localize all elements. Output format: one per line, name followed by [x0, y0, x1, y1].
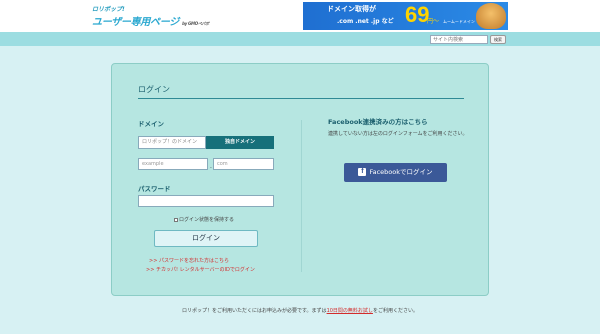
ad-subtext: ムームードメイン: [443, 19, 475, 24]
dog-mascot-icon: [476, 3, 506, 29]
login-button[interactable]: ログイン: [154, 230, 258, 247]
domain-separator: .: [210, 163, 212, 170]
facebook-icon: f: [358, 168, 367, 176]
logo-title: ユーザー専用ページ: [92, 17, 179, 28]
remember-login[interactable]: ログイン状態を保持する: [174, 216, 234, 223]
ad-line1: ドメイン取得が: [327, 5, 376, 13]
column-divider: [301, 120, 302, 272]
footer-note: ロリポップ！をご利用いただくにはお申込みが必要です。まずは10日間の無料お試しを…: [0, 307, 600, 314]
tld-input[interactable]: com: [213, 158, 274, 170]
nav-bar: [0, 32, 600, 46]
logo-by-text: by GMOペパボ: [182, 21, 209, 26]
login-title: ログイン: [138, 85, 170, 94]
title-divider: [138, 98, 464, 99]
ad-banner[interactable]: ドメイン取得が .com .net .jp など 69 円〜 ムームードメイン: [303, 2, 508, 30]
footer-text-before: ロリポップ！をご利用いただくにはお申込みが必要です。まずは: [182, 308, 327, 314]
login-panel: ログイン ドメイン ロリポップ！のドメイン 独自ドメイン example . c…: [111, 63, 489, 296]
search-button[interactable]: 検索: [490, 35, 506, 44]
footer-text-after: をご利用ください。: [372, 308, 418, 314]
remember-checkbox[interactable]: [174, 217, 178, 222]
password-label: パスワード: [138, 185, 171, 193]
domain-label: ドメイン: [138, 120, 164, 128]
ad-line2: .com .net .jp など: [337, 18, 394, 25]
free-trial-link[interactable]: 10日間の無料お試し: [327, 308, 373, 314]
facebook-login-button[interactable]: f Facebookでログイン: [344, 163, 447, 182]
forgot-password-link[interactable]: >> パスワードを忘れた方はこちら: [149, 257, 229, 264]
password-input[interactable]: [138, 195, 274, 207]
chikappa-login-link[interactable]: >> チカッパ! レンタルサーバーのIDでログイン: [146, 266, 255, 273]
facebook-title: Facebook連携済みの方はこちら: [328, 118, 428, 126]
site-header: ロリポップ! ユーザー専用ページ by GMOペパボ ドメイン取得が .com …: [0, 0, 600, 32]
subdomain-input[interactable]: example: [138, 158, 208, 170]
domain-type-tabs: ロリポップ！のドメイン 独自ドメイン: [138, 136, 274, 149]
remember-label: ログイン状態を保持する: [179, 217, 235, 223]
search-input[interactable]: [430, 35, 488, 44]
facebook-description: 連携していない方は左のログインフォームをご利用ください。: [328, 131, 468, 137]
tab-lolipop-domain[interactable]: ロリポップ！のドメイン: [138, 136, 206, 149]
site-logo[interactable]: ロリポップ! ユーザー専用ページ by GMOペパボ: [92, 4, 212, 28]
ad-price-unit: 円〜: [427, 18, 440, 25]
logo-small-text: ロリポップ!: [92, 6, 125, 13]
facebook-button-label: Facebookでログイン: [369, 168, 433, 176]
ad-price: 69: [405, 2, 430, 27]
tab-own-domain[interactable]: 独自ドメイン: [206, 136, 274, 149]
logo-main-text: ユーザー専用ページ by GMOペパボ: [92, 13, 212, 28]
